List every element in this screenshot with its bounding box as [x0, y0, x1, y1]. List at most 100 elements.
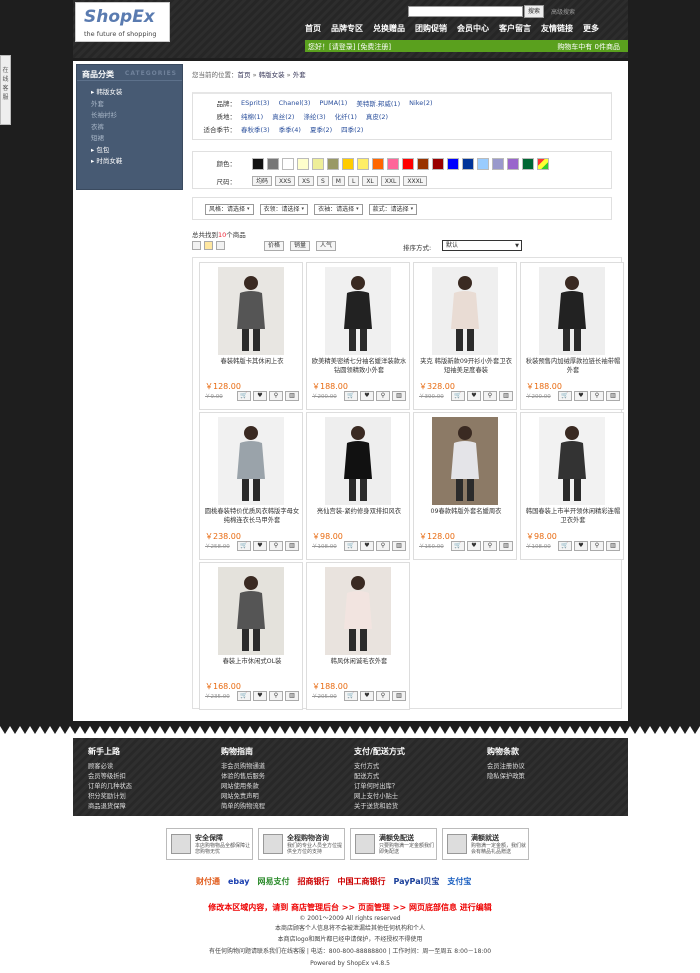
attribute-value[interactable]: 春秋季(3) [241, 124, 270, 134]
size-option[interactable]: M [331, 176, 345, 186]
breadcrumb-link[interactable]: 韩版女装 [259, 71, 285, 79]
favorite-icon[interactable]: ♥ [574, 391, 588, 401]
add-to-cart-icon[interactable]: 🛒 [451, 541, 465, 551]
favorite-icon[interactable]: ♥ [360, 541, 374, 551]
breadcrumb-link[interactable]: 首页 [238, 71, 251, 79]
attribute-value[interactable]: Nike(2) [409, 99, 432, 107]
advanced-search-link[interactable]: 高级搜索 [551, 7, 575, 16]
color-swatch[interactable] [372, 158, 384, 170]
quick-view-icon[interactable]: ⚲ [376, 541, 390, 551]
color-swatch[interactable] [402, 158, 414, 170]
color-swatch[interactable] [447, 158, 459, 170]
category-item[interactable]: ▸ 包包 [83, 145, 182, 157]
attribute-value[interactable]: 真皮(2) [366, 111, 388, 121]
color-swatch[interactable] [327, 158, 339, 170]
product-name[interactable]: 09春款韩版外套名媛周衣 [417, 507, 515, 516]
footer-link[interactable]: 隐私保护政策 [487, 772, 525, 782]
size-option[interactable]: L [347, 176, 360, 186]
property-select[interactable]: 衣袖：请选择 ▾ [314, 204, 363, 215]
footer-link[interactable]: 订单的几种状态 [88, 782, 132, 792]
product-image[interactable] [539, 417, 605, 505]
compare-icon[interactable]: ▥ [392, 691, 406, 701]
attribute-value[interactable]: 纯棉(1) [241, 111, 263, 121]
product-name[interactable]: 夹克 韩版新款09开衫小外套卫衣短袖美足度春装 [417, 357, 515, 375]
product-image[interactable] [218, 567, 284, 655]
sort-popularity-button[interactable]: 人气 [316, 241, 337, 251]
favorite-icon[interactable]: ♥ [253, 391, 267, 401]
size-option[interactable]: XS [298, 176, 314, 186]
color-swatch[interactable] [417, 158, 429, 170]
compare-icon[interactable]: ▥ [285, 691, 299, 701]
compare-icon[interactable]: ▥ [285, 541, 299, 551]
footer-link[interactable]: 顾客必读 [88, 762, 132, 772]
favorite-icon[interactable]: ♥ [253, 691, 267, 701]
footer-link[interactable]: 简单的购物流程 [221, 802, 265, 812]
color-swatch[interactable] [252, 158, 264, 170]
footer-link[interactable]: 支付方式 [354, 762, 405, 772]
category-item[interactable]: ▸ 韩版女装 [83, 87, 182, 99]
text-view-icon[interactable] [216, 241, 225, 250]
add-to-cart-icon[interactable]: 🛒 [344, 691, 358, 701]
quick-view-icon[interactable]: ⚲ [376, 691, 390, 701]
attribute-value[interactable]: 夏季(2) [310, 124, 332, 134]
color-swatch[interactable] [462, 158, 474, 170]
attribute-value[interactable]: 真丝(2) [272, 111, 294, 121]
product-image[interactable] [325, 267, 391, 355]
size-option[interactable]: XXL [380, 176, 401, 186]
sort-price-button[interactable]: 价格 [264, 241, 285, 251]
online-service-tab[interactable]: 在线客服 [0, 55, 11, 125]
footer-link[interactable]: 会员等级折扣 [88, 772, 132, 782]
product-name[interactable]: 圆桃春装特价优质风衣韩版字母女纯棉连衣长马甲外套 [203, 507, 301, 525]
nav-item[interactable]: 品牌专区 [331, 23, 363, 34]
product-name[interactable]: 欧美精美密绣七分袖名媛洋装款水钻圆领精致小外套 [310, 357, 408, 375]
product-image[interactable] [218, 267, 284, 355]
product-image[interactable] [325, 567, 391, 655]
footer-link[interactable]: 网站免责声明 [221, 792, 265, 802]
color-swatch[interactable] [477, 158, 489, 170]
favorite-icon[interactable]: ♥ [360, 691, 374, 701]
product-name[interactable]: 亮仙宫装-紧约修身双排扣风衣 [310, 507, 408, 516]
color-swatch[interactable] [342, 158, 354, 170]
add-to-cart-icon[interactable]: 🛒 [237, 541, 251, 551]
quick-view-icon[interactable]: ⚲ [269, 541, 283, 551]
add-to-cart-icon[interactable]: 🛒 [344, 391, 358, 401]
add-to-cart-icon[interactable]: 🛒 [558, 541, 572, 551]
size-option[interactable]: S [316, 176, 329, 186]
product-card[interactable]: 春装上市休闲式OL装 ￥168.00 ￥235.00 🛒 ♥ ⚲ ▥ [199, 562, 303, 710]
product-name[interactable]: 韩风休闲诚毛衣外套 [310, 657, 408, 666]
product-card[interactable]: 春装韩版卡其休闲上衣 ￥128.00 ￥9.00 🛒 ♥ ⚲ ▥ [199, 262, 303, 410]
footer-link[interactable]: 网上支付小贴士 [354, 792, 405, 802]
logo[interactable]: ShopEx the future of shopping [75, 2, 170, 42]
property-select[interactable]: 衣领：请选择 ▾ [259, 204, 309, 215]
category-item[interactable]: ▸ 时尚女鞋 [83, 156, 182, 168]
quick-view-icon[interactable]: ⚲ [376, 391, 390, 401]
quick-view-icon[interactable]: ⚲ [269, 391, 283, 401]
size-option[interactable]: XL [362, 176, 378, 186]
nav-item[interactable]: 会员中心 [457, 23, 489, 34]
product-card[interactable]: 圆桃春装特价优质风衣韩版字母女纯棉连衣长马甲外套 ￥238.00 ￥258.00 🛒 ♥… [199, 412, 303, 560]
product-name[interactable]: 韩国春装上市半开领休闲精彩连帽卫衣外套 [524, 507, 622, 525]
favorite-icon[interactable]: ♥ [253, 541, 267, 551]
favorite-icon[interactable]: ♥ [467, 391, 481, 401]
size-option[interactable]: XXXL [403, 176, 428, 186]
add-to-cart-icon[interactable]: 🛒 [451, 391, 465, 401]
compare-icon[interactable]: ▥ [606, 391, 620, 401]
footer-link[interactable]: 积分奖励计划 [88, 792, 132, 802]
quick-view-icon[interactable]: ⚲ [269, 691, 283, 701]
product-image[interactable] [432, 267, 498, 355]
property-select[interactable]: 款式：请选择 ▾ [368, 204, 418, 215]
grid-view-icon[interactable] [204, 241, 213, 250]
attribute-value[interactable]: Chanel(3) [279, 99, 311, 107]
product-card[interactable]: 夹克 韩版新款09开衫小外套卫衣短袖美足度春装 ￥328.00 ￥390.00 🛒 ♥ ⚲… [413, 262, 517, 410]
color-swatch[interactable] [432, 158, 444, 170]
compare-icon[interactable]: ▥ [392, 541, 406, 551]
sort-sales-button[interactable]: 销量 [290, 241, 311, 251]
welcome-text[interactable]: 您好！[请登录] [免费注册] [308, 42, 391, 52]
compare-icon[interactable]: ▥ [499, 541, 513, 551]
product-card[interactable]: 韩风休闲诚毛衣外套 ￥188.00 ￥205.00 🛒 ♥ ⚲ ▥ [306, 562, 410, 710]
category-item[interactable]: 短裙 [83, 133, 182, 145]
attribute-value[interactable]: PUMA(1) [319, 99, 347, 107]
size-option[interactable]: XXS [275, 176, 296, 186]
attribute-value[interactable]: 四季(2) [341, 124, 363, 134]
color-swatch[interactable] [267, 158, 279, 170]
